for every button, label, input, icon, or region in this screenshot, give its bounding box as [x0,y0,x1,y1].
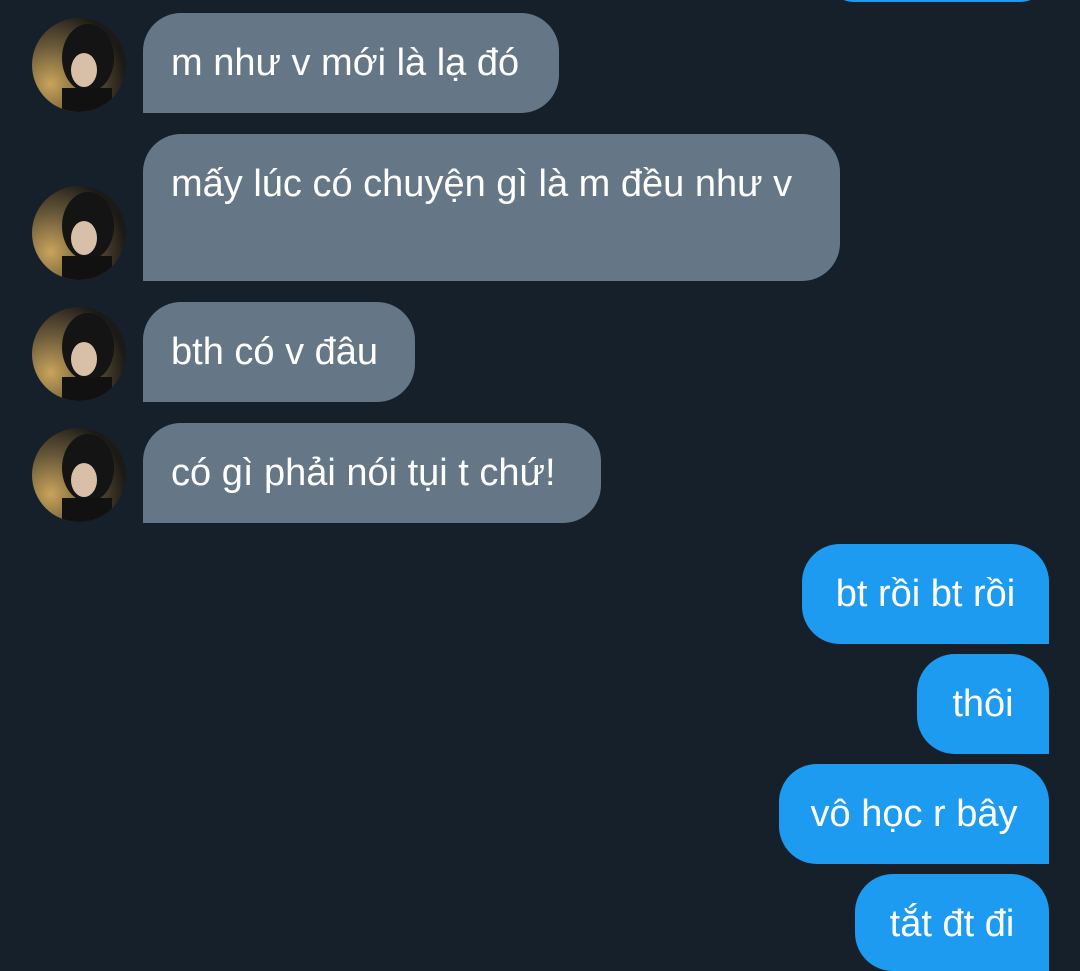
message-text: tắt đt đi [889,903,1015,945]
message-text: vô học r bây [810,793,1018,835]
message-text: thôi [952,683,1014,725]
outgoing-message-bubble[interactable]: tắt đt đi [855,874,1049,971]
avatar-photo [32,428,126,522]
message-text: m như v mới là lạ đó [171,42,520,84]
incoming-message-bubble[interactable]: bth có v đâu [143,302,415,402]
message-text: bt rồi bt rồi [835,573,1016,615]
message-text: mấy lúc có chuyện gì là m đều như v [171,163,793,205]
message-text: bth có v đâu [171,331,379,373]
contact-avatar[interactable] [32,18,126,112]
avatar-photo [32,307,126,401]
avatar-photo [32,186,126,280]
outgoing-message-bubble[interactable]: vô học r bây [779,764,1049,864]
previous-outgoing-message-bubble [826,0,1048,2]
avatar-photo [32,18,126,112]
contact-avatar[interactable] [32,186,126,280]
outgoing-message-bubble[interactable]: thôi [917,654,1049,754]
contact-avatar[interactable] [32,307,126,401]
contact-avatar[interactable] [32,428,126,522]
outgoing-message-bubble[interactable]: bt rồi bt rồi [802,544,1049,644]
incoming-message-bubble[interactable]: có gì phải nói tụi t chứ! [143,423,601,523]
chat-screen: m như v mới là lạ đó mấy lúc có chuyện g… [0,0,1080,971]
incoming-message-bubble[interactable]: m như v mới là lạ đó [143,13,559,113]
incoming-message-bubble[interactable]: mấy lúc có chuyện gì là m đều như v [143,134,840,281]
message-text: có gì phải nói tụi t chứ! [171,452,556,494]
